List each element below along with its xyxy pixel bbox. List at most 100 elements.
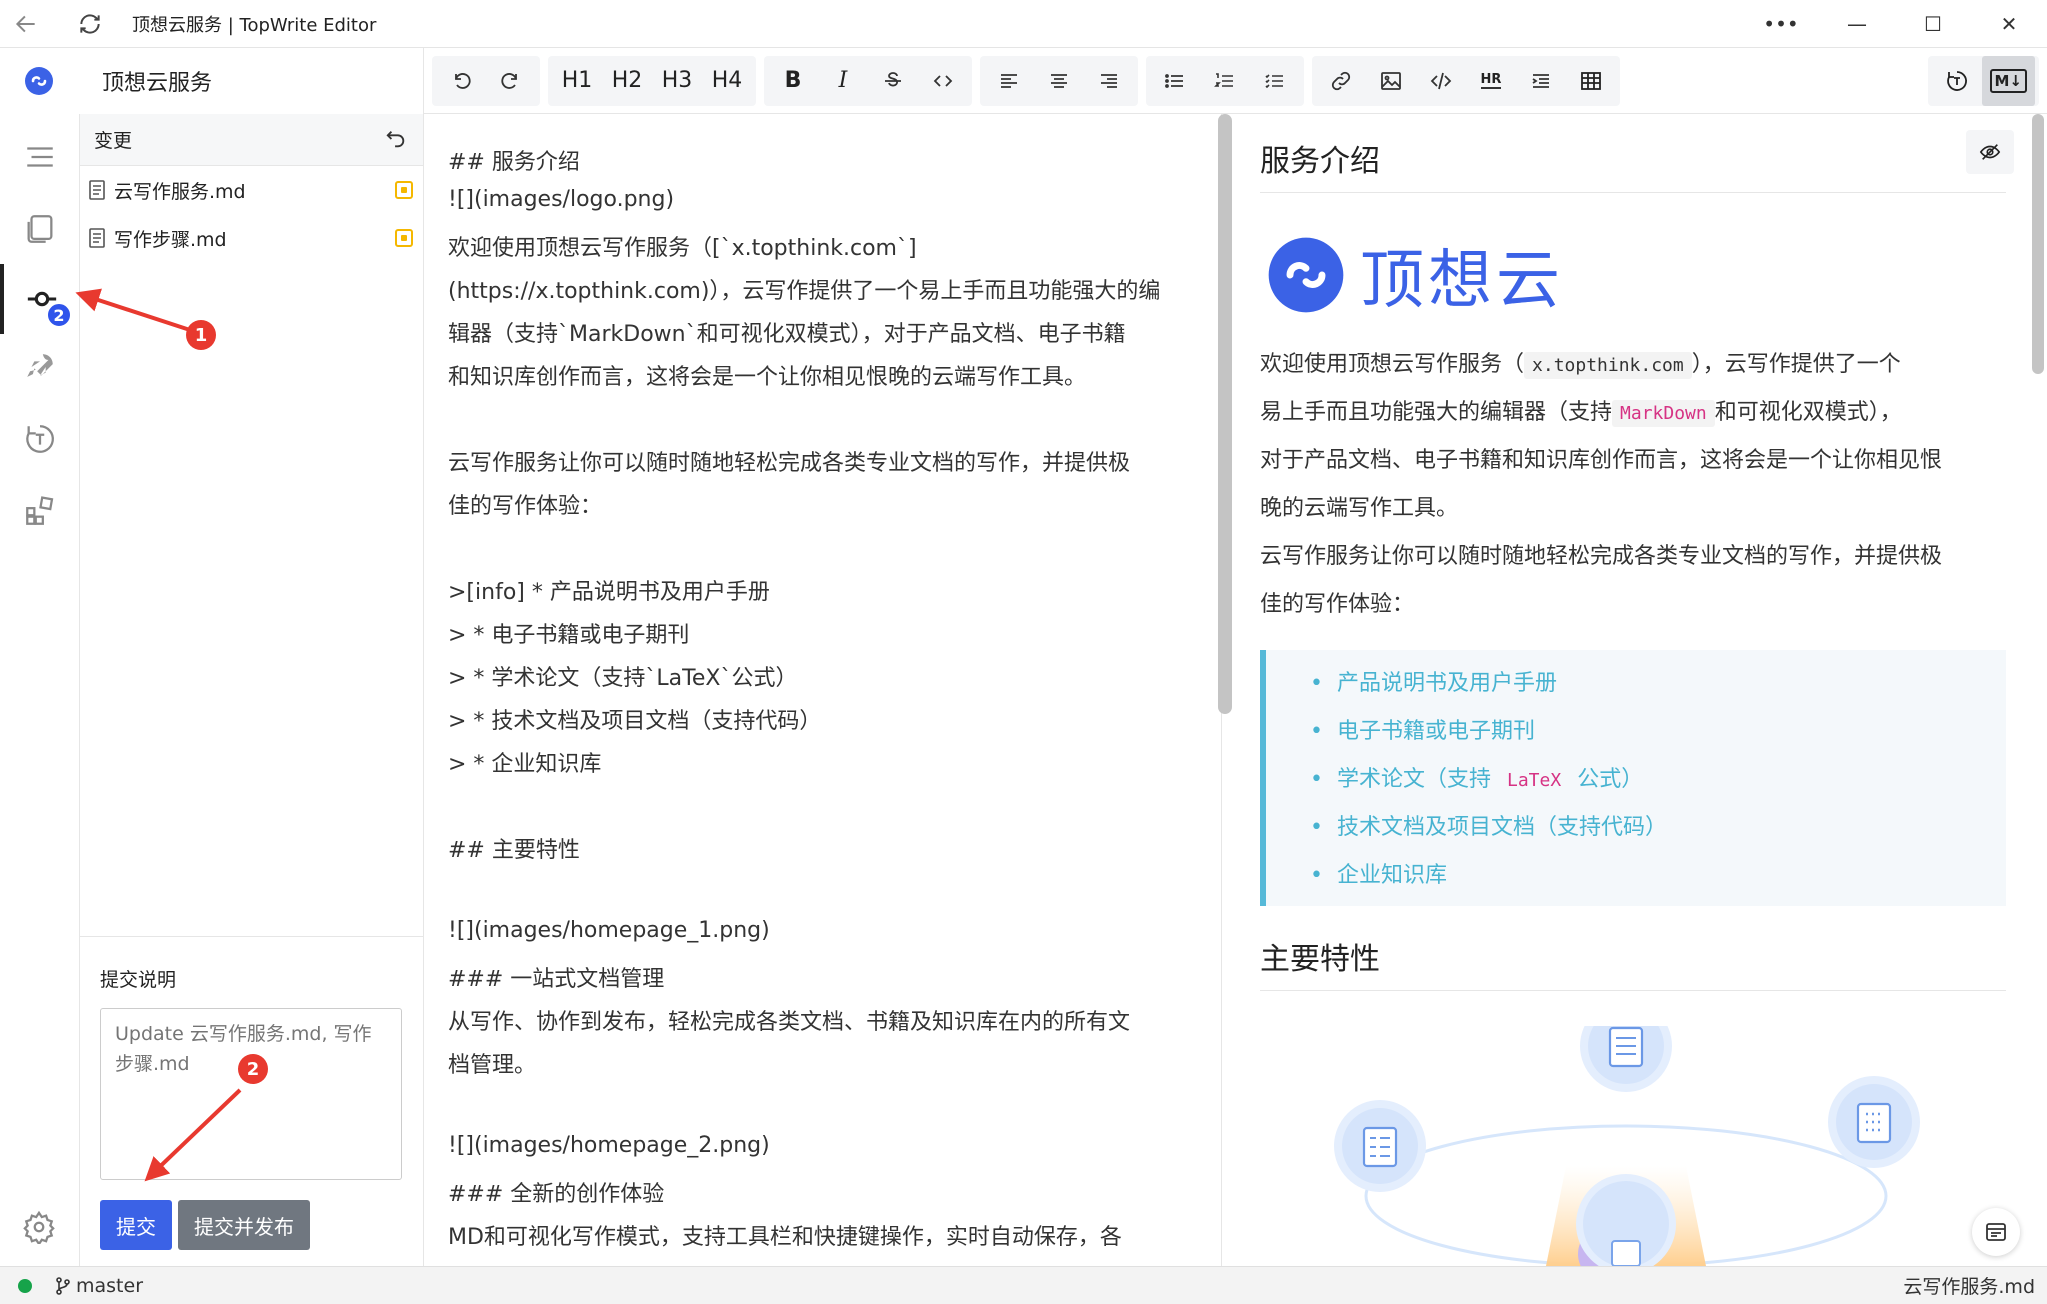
redo-icon (501, 72, 517, 89)
align-left-button[interactable] (984, 56, 1034, 106)
redo-button[interactable] (486, 56, 536, 106)
bold-button[interactable]: B (768, 56, 818, 106)
indent-icon (1532, 73, 1549, 88)
history-button[interactable] (1932, 56, 1982, 106)
inline-code: LaTeX (1507, 770, 1562, 791)
link-button[interactable] (1316, 56, 1366, 106)
window-title: 顶想云服务 | TopWrite Editor (132, 14, 377, 36)
settings-icon[interactable] (22, 1210, 56, 1244)
commit-and-publish-button[interactable]: 提交并发布 (178, 1200, 310, 1250)
activity-history[interactable] (0, 404, 80, 474)
h1-button[interactable]: H1 (552, 56, 602, 106)
preview-text: 学术论文（支持 (1336, 767, 1491, 792)
editor-line[interactable]: > * 学术论文（支持`LaTeX`公式） (448, 660, 797, 692)
minimize-button[interactable]: — (1819, 0, 1895, 48)
activity-files[interactable] (0, 194, 80, 264)
changed-file-item[interactable]: 云写作服务.md (80, 166, 423, 214)
app-name: 顶想云服务 (102, 71, 213, 96)
editor-scrollbar[interactable] (1218, 114, 1232, 714)
sync-button[interactable] (64, 0, 116, 48)
annotation-marker-1: 1 (186, 320, 216, 350)
activity-catalog[interactable] (0, 122, 80, 192)
markdown-editor[interactable]: ## 服务介绍 ![](images/logo.png) 欢迎使用顶想云写作服务（[… (424, 114, 1222, 1266)
toggle-preview-button[interactable] (1966, 130, 2014, 174)
changed-file-item[interactable]: 写作步骤.md (80, 214, 423, 262)
back-button[interactable] (0, 0, 52, 48)
editor-line[interactable]: ![](images/homepage_1.png) (448, 918, 770, 943)
branch-name[interactable]: master (76, 1275, 143, 1297)
hr-button[interactable]: HR (1466, 56, 1516, 106)
toc-icon (1986, 1223, 2006, 1241)
h3-button[interactable]: H3 (652, 56, 702, 106)
markdown-mode-button[interactable]: M↓ (1981, 55, 2035, 106)
task-list-button[interactable] (1250, 56, 1300, 106)
editor-line[interactable]: ![](images/logo.png) (448, 187, 674, 212)
align-group (980, 55, 1138, 106)
status-bar: master 云写作服务.md (0, 1266, 2047, 1304)
topthink-logo-icon (25, 67, 53, 95)
strikethrough-icon (885, 71, 901, 86)
inline-code-button[interactable] (918, 56, 968, 106)
changes-badge: 2 (46, 302, 72, 328)
italic-button[interactable]: I (818, 56, 868, 106)
editor-line[interactable]: 云写作服务让你可以随时随地轻松完成各类专业文档的写作，并提供极 (448, 445, 1130, 477)
undo-button[interactable] (436, 56, 486, 106)
editor-line[interactable]: 档管理。 (448, 1047, 536, 1079)
indent-button[interactable] (1516, 56, 1566, 106)
connection-status-icon (18, 1278, 32, 1293)
editor-line[interactable]: MD和可视化写作模式，支持工具栏和快捷键操作，实时自动保存，各 (448, 1219, 1122, 1251)
editor-line[interactable]: ### 全新的创作体验 (448, 1176, 664, 1208)
editor-line[interactable]: ### 一站式文档管理 (448, 961, 664, 993)
editor-line[interactable]: 辑器（支持`MarkDown`和可视化双模式），对于产品文档、电子书籍 (448, 316, 1126, 348)
close-button[interactable]: ✕ (1971, 0, 2047, 48)
history-icon (26, 425, 54, 453)
rocket-icon (27, 354, 53, 377)
editor-line[interactable]: ![](images/homepage_2.png) (448, 1133, 770, 1158)
editor-line[interactable]: ## 主要特性 (448, 832, 580, 864)
heading-group: H1 H2 H3 H4 (548, 55, 756, 106)
preview-paragraph: 欢迎使用顶想云写作服务（ x.topthink.com ），云写作提供了一个 (1260, 346, 1901, 379)
activity-changes[interactable]: 2 (0, 264, 80, 334)
discard-changes-icon[interactable] (385, 128, 407, 150)
quote-list-item: 学术论文（支持 LaTeX 公式） (1310, 756, 1667, 804)
image-button[interactable] (1366, 56, 1416, 106)
editor-line[interactable]: (https://x.topthink.com)），云写作提供了一个易上手而且功… (448, 273, 1160, 305)
editor-line[interactable]: 和知识库创作而言，这将会是一个让你相见恨晚的云端写作工具。 (448, 359, 1086, 391)
maximize-button[interactable]: ☐ (1895, 0, 1971, 48)
preview-scrollbar[interactable] (2032, 114, 2044, 374)
title-bar: 顶想云服务 | TopWrite Editor ••• — ☐ ✕ (0, 0, 2047, 48)
activity-publish[interactable] (0, 332, 80, 402)
editor-line[interactable]: >[info] * 产品说明书及用户手册 (448, 574, 770, 606)
bullet-list-button[interactable] (1150, 56, 1200, 106)
editor-line[interactable]: 佳的写作体验： (448, 488, 602, 520)
commit-button[interactable]: 提交 (100, 1200, 172, 1250)
editor-line[interactable]: ## 服务介绍 (448, 144, 580, 176)
git-branch-icon (56, 1276, 70, 1295)
code-block-button[interactable] (1416, 56, 1466, 106)
annotation-marker-2: 2 (238, 1054, 268, 1084)
editor-line[interactable]: > * 电子书籍或电子期刊 (448, 617, 689, 649)
editor-line[interactable]: 从写作、协作到发布，轻松完成各类文档、书籍及知识库在内的所有文 (448, 1004, 1130, 1036)
logo-text: 顶想云 (1360, 244, 1564, 318)
history-icon (1946, 70, 1967, 91)
h2-button[interactable]: H2 (602, 56, 652, 106)
editor-line[interactable]: > * 技术文档及项目文档（支持代码） (448, 703, 821, 735)
h4-button[interactable]: H4 (702, 56, 752, 106)
table-button[interactable] (1566, 56, 1616, 106)
arrow-left-icon (15, 15, 35, 32)
more-icon[interactable]: ••• (1743, 0, 1819, 48)
ordered-list-icon (1214, 72, 1233, 87)
editor-line[interactable]: 欢迎使用顶想云写作服务（[`x.topthink.com`] (448, 230, 917, 262)
table-of-contents-button[interactable] (1972, 1208, 2020, 1256)
files-icon (27, 215, 53, 243)
inline-code: MarkDown (1612, 400, 1715, 427)
activity-extensions[interactable] (0, 476, 80, 546)
strikethrough-button[interactable] (868, 56, 918, 106)
align-right-button[interactable] (1084, 56, 1134, 106)
preview-text: 和可视化双模式）， (1714, 400, 1902, 425)
ordered-list-button[interactable] (1200, 56, 1250, 106)
preview-paragraph: 对于产品文档、电子书籍和知识库创作而言，这将会是一个让你相见恨 (1260, 448, 1943, 473)
editor-line[interactable]: > * 企业知识库 (448, 746, 601, 778)
align-center-button[interactable] (1034, 56, 1084, 106)
commit-message-input[interactable] (100, 1008, 402, 1180)
